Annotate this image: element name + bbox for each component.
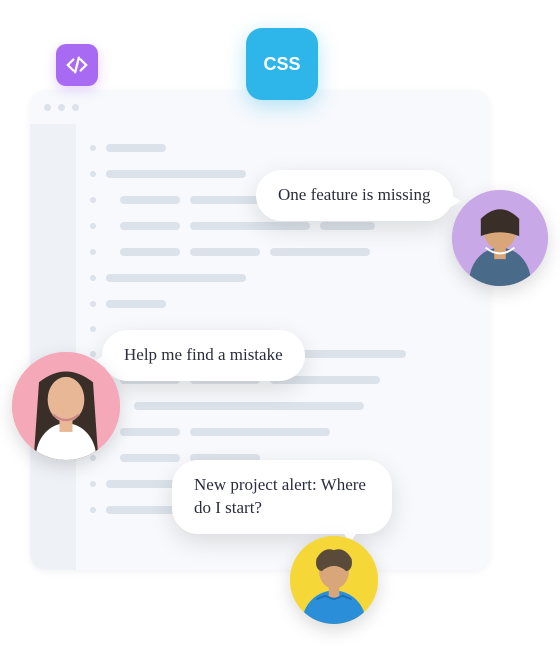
speech-bubble-1: One feature is missing xyxy=(256,170,453,221)
editor-sidebar xyxy=(30,124,76,570)
avatar-icon xyxy=(452,190,548,286)
css-badge: CSS xyxy=(246,28,318,100)
code-bar xyxy=(106,300,166,308)
line-bullet xyxy=(90,275,96,281)
code-bar xyxy=(106,480,176,488)
code-line xyxy=(90,144,472,152)
code-bar xyxy=(190,428,330,436)
code-slash-icon xyxy=(66,54,88,76)
traffic-light-dot xyxy=(72,104,79,111)
bubble-text: One feature is missing xyxy=(278,185,431,204)
traffic-light-dot xyxy=(44,104,51,111)
avatar-icon xyxy=(290,536,378,624)
code-bar xyxy=(120,248,180,256)
code-icon-badge xyxy=(56,44,98,86)
bubble-text: New project alert: Where do I start? xyxy=(194,475,366,517)
css-badge-label: CSS xyxy=(263,54,300,75)
line-bullet xyxy=(90,223,96,229)
code-line xyxy=(90,300,472,308)
bubble-text: Help me find a mistake xyxy=(124,345,283,364)
avatar-user-3 xyxy=(290,536,378,624)
code-bar xyxy=(106,274,246,282)
line-bullet xyxy=(90,249,96,255)
code-bar xyxy=(190,222,310,230)
line-bullet xyxy=(90,197,96,203)
code-bar xyxy=(120,196,180,204)
code-line xyxy=(90,248,472,256)
code-bar xyxy=(120,454,180,462)
line-bullet xyxy=(90,455,96,461)
code-bar xyxy=(106,144,166,152)
avatar-user-1 xyxy=(452,190,548,286)
code-bar xyxy=(120,222,180,230)
line-bullet xyxy=(90,326,96,332)
line-bullet xyxy=(90,171,96,177)
code-line xyxy=(90,402,472,410)
speech-bubble-2: Help me find a mistake xyxy=(102,330,305,381)
code-bar xyxy=(106,170,246,178)
traffic-light-dot xyxy=(58,104,65,111)
line-bullet xyxy=(90,481,96,487)
code-line xyxy=(90,222,472,230)
code-line xyxy=(90,428,472,436)
line-bullet xyxy=(90,145,96,151)
avatar-user-2 xyxy=(12,352,120,460)
line-bullet xyxy=(90,507,96,513)
code-bar xyxy=(270,248,370,256)
speech-bubble-3: New project alert: Where do I start? xyxy=(172,460,392,534)
code-bar xyxy=(120,428,180,436)
code-bar xyxy=(320,222,375,230)
line-bullet xyxy=(90,301,96,307)
code-bar xyxy=(190,248,260,256)
code-bar xyxy=(134,402,364,410)
avatar-icon xyxy=(12,352,120,460)
code-line xyxy=(90,274,472,282)
